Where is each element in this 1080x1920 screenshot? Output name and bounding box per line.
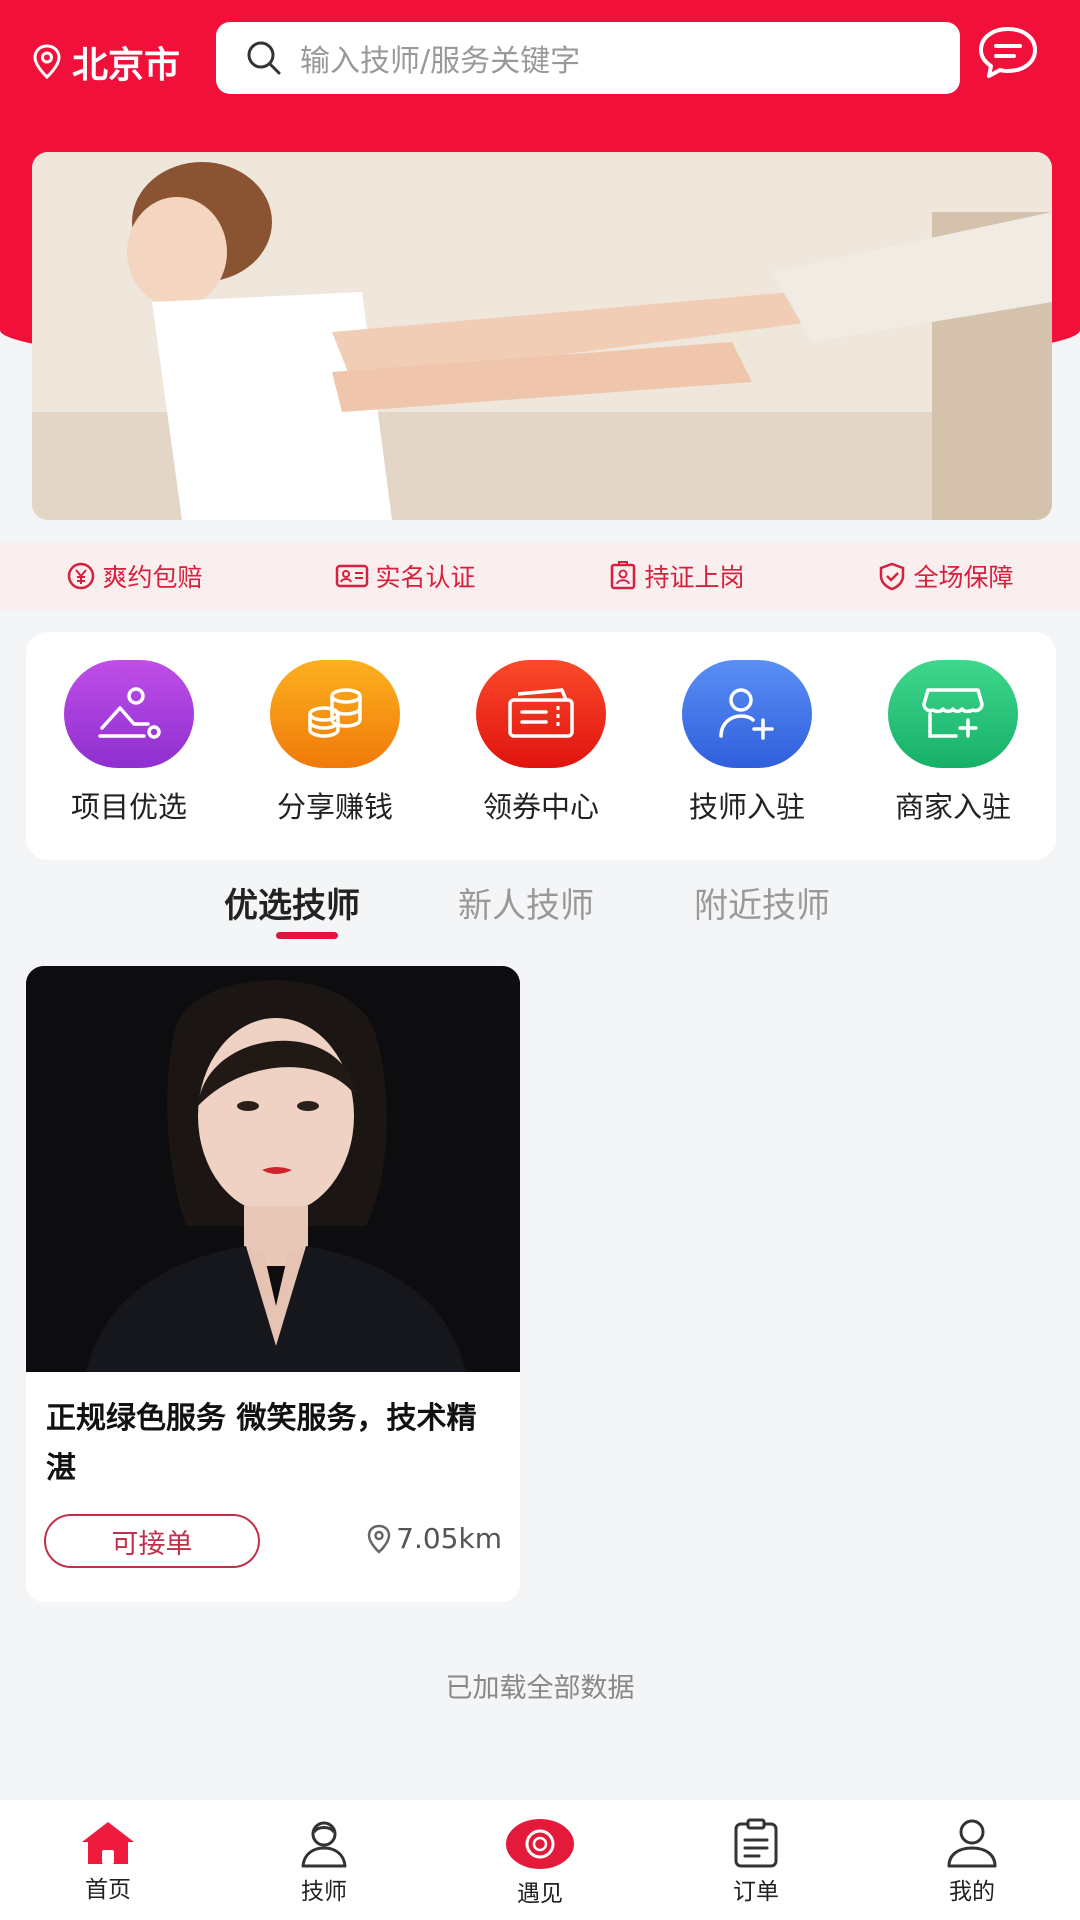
guarantee-label: 实名认证 bbox=[375, 563, 476, 592]
technician-tabs: 优选技师 新人技师 附近技师 bbox=[0, 872, 1080, 942]
home-icon bbox=[82, 1822, 134, 1864]
menu-icon-circle bbox=[888, 660, 1018, 768]
quick-menu: 项目优选 分享赚钱 领券中心 技师入驻 商家入驻 bbox=[26, 632, 1056, 860]
tabbar-label: 我的 bbox=[949, 1879, 995, 1905]
guarantee-item: 全场保障 bbox=[877, 558, 1014, 594]
technician-portrait bbox=[26, 966, 520, 1372]
profile-icon bbox=[947, 1819, 997, 1868]
menu-item-coupon[interactable]: 领券中心 bbox=[451, 632, 631, 860]
menu-icon-circle bbox=[64, 660, 194, 768]
tab-preferred[interactable]: 优选技师 bbox=[224, 878, 360, 927]
distance: 7.05km bbox=[366, 1522, 502, 1555]
guarantee-item: 实名认证 bbox=[335, 558, 476, 594]
coupon-icon bbox=[508, 688, 574, 738]
location-pin-icon bbox=[33, 44, 61, 80]
menu-label: 商家入驻 bbox=[894, 790, 1011, 824]
guarantee-label: 全场保障 bbox=[913, 563, 1014, 592]
tabbar-label: 技师 bbox=[301, 1879, 347, 1905]
order-icon bbox=[734, 1818, 778, 1868]
guarantee-bar: 爽约包赔 实名认证 持证上岗 全场保障 bbox=[0, 542, 1080, 610]
menu-item-merchant-join[interactable]: 商家入驻 bbox=[863, 632, 1043, 860]
id-card-icon bbox=[336, 564, 369, 588]
tab-nearby[interactable]: 附近技师 bbox=[694, 878, 830, 927]
tabbar-label: 首页 bbox=[85, 1877, 131, 1903]
menu-label: 领券中心 bbox=[482, 790, 599, 824]
search-icon bbox=[247, 41, 281, 75]
active-tab-indicator bbox=[276, 932, 338, 939]
guarantee-label: 爽约包赔 bbox=[102, 563, 203, 592]
banner-image bbox=[32, 152, 1052, 520]
guarantee-item: 持证上岗 bbox=[608, 558, 745, 594]
distance-value: 7.05km bbox=[396, 1522, 502, 1555]
menu-label: 技师入驻 bbox=[688, 790, 805, 824]
message-button[interactable] bbox=[976, 24, 1040, 88]
promo-banner[interactable] bbox=[32, 152, 1052, 520]
menu-icon-circle bbox=[476, 660, 606, 768]
menu-label: 分享赚钱 bbox=[276, 790, 393, 824]
tabbar-item-meet[interactable]: 遇见 bbox=[460, 1800, 620, 1908]
header: 北京市 输入技师/服务关键字 bbox=[0, 0, 1080, 130]
menu-item-project[interactable]: 项目优选 bbox=[39, 632, 219, 860]
menu-icon-circle bbox=[682, 660, 812, 768]
guarantee-item: 爽约包赔 bbox=[66, 558, 203, 594]
shield-check-icon bbox=[880, 562, 905, 591]
chat-bubble-icon bbox=[979, 27, 1037, 78]
technician-photo bbox=[26, 966, 520, 1372]
search-input[interactable]: 输入技师/服务关键字 bbox=[216, 22, 960, 94]
certificate-icon bbox=[611, 561, 636, 590]
shop-plus-icon bbox=[922, 688, 984, 738]
tabbar-item-order[interactable]: 订单 bbox=[676, 1800, 836, 1906]
menu-label: 项目优选 bbox=[70, 790, 187, 824]
tabbar-item-technician[interactable]: 技师 bbox=[244, 1800, 404, 1906]
all-loaded-text: 已加载全部数据 bbox=[445, 1673, 635, 1704]
tabbar-item-profile[interactable]: 我的 bbox=[892, 1800, 1052, 1906]
meet-icon bbox=[506, 1819, 574, 1869]
yen-compensation-icon bbox=[68, 562, 95, 590]
menu-icon-circle bbox=[270, 660, 400, 768]
bottom-tabbar: 首页 技师 遇见 订单 我的 bbox=[0, 1800, 1080, 1920]
city-label: 北京市 bbox=[72, 45, 181, 86]
tab-new[interactable]: 新人技师 bbox=[458, 878, 594, 927]
technician-card[interactable]: 正规绿色服务 微笑服务，技术精湛 可接单 7.05km bbox=[26, 966, 520, 1602]
menu-item-share[interactable]: 分享赚钱 bbox=[245, 632, 425, 860]
search-placeholder: 输入技师/服务关键字 bbox=[300, 44, 581, 79]
user-plus-icon bbox=[719, 688, 774, 740]
tabbar-label: 遇见 bbox=[517, 1881, 563, 1907]
location-selector[interactable]: 北京市 bbox=[32, 36, 180, 88]
menu-item-technician-join[interactable]: 技师入驻 bbox=[657, 632, 837, 860]
technician-description: 正规绿色服务 微笑服务，技术精湛 bbox=[46, 1401, 477, 1486]
status-badge[interactable]: 可接单 bbox=[44, 1514, 260, 1568]
technician-icon bbox=[301, 1821, 347, 1868]
coins-icon bbox=[308, 688, 362, 738]
tabbar-label: 订单 bbox=[733, 1879, 779, 1905]
massage-icon bbox=[98, 687, 161, 739]
tabbar-item-home[interactable]: 首页 bbox=[28, 1800, 188, 1904]
location-pin-icon bbox=[367, 1524, 391, 1554]
guarantee-label: 持证上岗 bbox=[644, 563, 745, 592]
